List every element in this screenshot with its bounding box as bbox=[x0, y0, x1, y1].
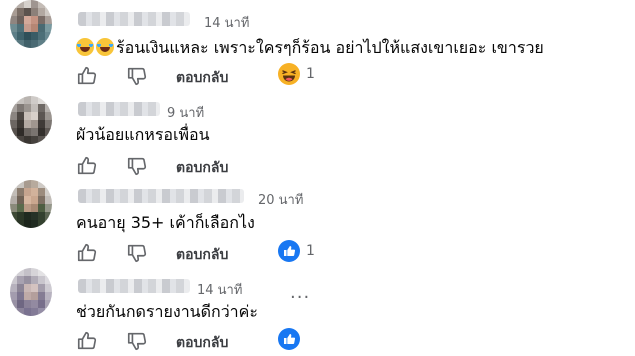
thumbs-up-icon[interactable] bbox=[76, 330, 98, 352]
avatar[interactable] bbox=[10, 0, 52, 48]
avatar[interactable] bbox=[10, 96, 52, 144]
author-name[interactable] bbox=[78, 102, 160, 116]
reply-button[interactable]: ตอบกลับ bbox=[176, 157, 228, 179]
comment-time[interactable]: 9 นาที bbox=[167, 102, 204, 123]
comment-text: คนอายุ 35+ เค้าก็เลือกไง bbox=[76, 213, 255, 232]
comment-actions: ตอบกลับ 1 bbox=[0, 240, 635, 268]
avatar[interactable] bbox=[10, 180, 52, 228]
comment-text: ช่วยกันกดรายงานดีกว่าค่ะ bbox=[76, 302, 258, 321]
comment-text-body: ร้อนเงินแหละ เพราะใครๆก็ร้อน อย่าไปให้แส… bbox=[116, 38, 544, 57]
thumbs-up-icon[interactable] bbox=[76, 155, 98, 177]
comment-time[interactable]: 14 นาที bbox=[197, 279, 242, 300]
avatar[interactable] bbox=[10, 268, 52, 316]
thumbs-up-icon[interactable] bbox=[76, 65, 98, 87]
reaction-count: 1 bbox=[306, 243, 315, 259]
comment-actions: ตอบกลับ 1 bbox=[0, 63, 635, 91]
comment-actions: ตอบกลับ bbox=[0, 328, 635, 356]
reaction-summary[interactable]: 1 bbox=[278, 240, 315, 262]
thumbs-down-icon[interactable] bbox=[126, 65, 148, 87]
reaction-summary[interactable]: 1 bbox=[278, 63, 315, 85]
thumbs-down-icon[interactable] bbox=[126, 330, 148, 352]
haha-reaction-icon bbox=[278, 63, 300, 85]
reaction-count: 1 bbox=[306, 66, 315, 82]
comment-text: ผัวน้อยแกหรอเพื่อน bbox=[76, 125, 210, 144]
thumbs-up-icon[interactable] bbox=[76, 242, 98, 264]
comment-text: ร้อนเงินแหละ เพราะใครๆก็ร้อน อย่าไปให้แส… bbox=[76, 36, 544, 61]
reply-button[interactable]: ตอบกลับ bbox=[176, 244, 228, 266]
reaction-summary[interactable] bbox=[278, 328, 300, 350]
reply-button[interactable]: ตอบกลับ bbox=[176, 67, 228, 89]
thumbs-down-icon[interactable] bbox=[126, 155, 148, 177]
reply-button[interactable]: ตอบกลับ bbox=[176, 332, 228, 354]
laughing-tears-emoji-icon bbox=[96, 38, 114, 56]
comment-time[interactable]: 14 นาที bbox=[204, 12, 249, 33]
more-options-button[interactable]: ··· bbox=[290, 287, 310, 308]
comment-actions: ตอบกลับ bbox=[0, 153, 635, 181]
author-name[interactable] bbox=[78, 279, 190, 293]
author-name[interactable] bbox=[78, 12, 190, 26]
author-name[interactable] bbox=[78, 189, 244, 203]
thumbs-down-icon[interactable] bbox=[126, 242, 148, 264]
like-reaction-icon bbox=[278, 328, 300, 350]
like-reaction-icon bbox=[278, 240, 300, 262]
laughing-tears-emoji-icon bbox=[76, 38, 94, 56]
comment-time[interactable]: 20 นาที bbox=[258, 189, 303, 210]
